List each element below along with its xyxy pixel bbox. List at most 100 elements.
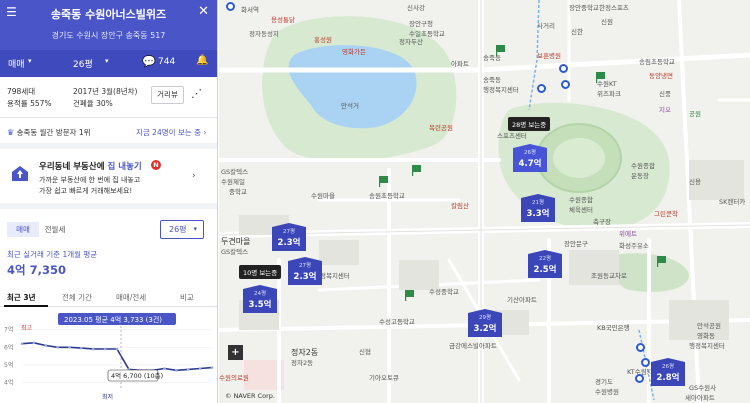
active-tab-underline (4, 305, 48, 307)
map-label: 만석거 (341, 102, 359, 110)
price-pin[interactable]: 26평 4.7억 (513, 144, 547, 172)
map-label: 송죽동 (483, 76, 501, 84)
pin-size: 24평 (253, 291, 267, 297)
now-viewing-link[interactable]: 지금 24명이 보는 중 › (136, 127, 206, 138)
map-label: 신협 (359, 348, 371, 356)
map-label: 장안중학교 (569, 4, 599, 12)
close-icon[interactable]: ✕ (198, 4, 209, 19)
map-label: 장안문구 (564, 240, 588, 248)
map-label: GS칼텍스 (221, 168, 249, 176)
share-icon[interactable]: ⋰ (191, 87, 202, 100)
map-label: 행정복지센터 (689, 342, 725, 350)
map-label: 정자두산 (399, 38, 423, 46)
pin-size: 21평 (531, 200, 545, 206)
map-label: 신한 (571, 28, 583, 36)
map-label: 수원종합 (631, 162, 655, 170)
bell-icon[interactable]: 🔔 (196, 55, 208, 66)
map-label: 송원초등학교 (369, 192, 405, 200)
area-type-select[interactable]: 26평 (73, 57, 93, 70)
subway-station-icon[interactable] (559, 64, 568, 73)
subway-station-icon[interactable] (636, 343, 645, 352)
map-label: 체육센터 (569, 206, 593, 214)
households: 798세대 (7, 87, 36, 96)
map-label: 송죽동 (483, 54, 501, 62)
y-tick-label: 7억 (4, 326, 13, 334)
price-chart[interactable]: 7억 6억 5억 4억 2023.05 평균 4억 3,733 (3건) 4억 6,7… (0, 310, 218, 403)
price-pin[interactable]: 26평 2.8억 (651, 358, 685, 386)
subway-station-icon[interactable] (561, 80, 570, 89)
floor-area-ratio: 용적률 557% (7, 99, 52, 108)
app-root: ☰ 송죽동 수원아너스빌위즈 ✕ 경기도 수원시 장안구 송죽동 517 매매 … (0, 0, 750, 403)
comment-icon[interactable]: 💬 (142, 55, 156, 68)
promo-headline: 우리동네 부동산에 집 내놓기 (39, 160, 142, 172)
chart-point (32, 341, 36, 345)
tab-compare[interactable]: 비교 (180, 292, 194, 303)
pin-size: 26평 (523, 150, 537, 156)
chart-point (91, 347, 95, 351)
pin-size: 27평 (298, 263, 312, 269)
y-tick-label: 6억 (4, 343, 13, 351)
now-viewing-text: 지금 24명이 보는 중 (136, 128, 201, 137)
map-label: 공원 (689, 110, 701, 118)
hospital-icon[interactable]: + (228, 345, 243, 360)
trade-type-select[interactable]: 매매 (8, 57, 25, 70)
complex-address: 경기도 수원시 장안구 송죽동 517 (51, 31, 166, 40)
map-label: 보훈병원 (537, 52, 561, 60)
price-pin[interactable]: 29평 3.2억 (468, 309, 502, 337)
chevron-down-icon: ▾ (28, 57, 32, 65)
viewers-badge: 10명 보는중 (239, 265, 282, 279)
pin-price: 2.8억 (656, 373, 680, 383)
map-label: 수원병원 (595, 388, 619, 396)
map-label: 송림초등학교 (639, 58, 675, 66)
price-pin[interactable]: 27평 2.3억 (272, 223, 306, 251)
map-label: 신용 (689, 178, 701, 186)
price-pin[interactable]: 22평 2.5억 (528, 250, 562, 278)
tab-all-period[interactable]: 전체 기간 (62, 292, 92, 303)
map-label: 영화동 (697, 332, 715, 340)
listing-promo-banner[interactable]: 우리동네 부동산에 집 내놓기 N 가까운 부동산에 한 번에 집 내놓고 가장… (0, 151, 217, 195)
approval-date: 2017년 3월(8년차) (73, 87, 138, 96)
map-canvas[interactable]: 화서역 용성통닭 정자동성지 신사강 장안구청 수일초등학교 홍성원 영화가든 … (219, 0, 750, 403)
price-pin[interactable]: 21평 3.3억 (521, 194, 555, 222)
pin-price: 3.3억 (526, 209, 550, 219)
map-label: 신풍 (659, 90, 671, 98)
subway-station-icon[interactable] (537, 84, 546, 93)
map-label: 세아아파트 (685, 394, 715, 402)
tab-jeonse[interactable]: 전월세 (40, 222, 70, 237)
tab-trade-jeonse[interactable]: 매매/전세 (116, 292, 146, 303)
point-label: 4억 6,700 (10층) (111, 371, 163, 380)
tab-recent-3y[interactable]: 최근 3년 (7, 292, 36, 303)
chart-y-ticks: 7억 6억 5억 4억 (4, 326, 13, 387)
subway-station-icon[interactable] (226, 2, 235, 11)
area-select[interactable]: 26평 ▾ (160, 220, 204, 239)
chart-point (44, 344, 48, 347)
map-label: 수원의료원 (219, 374, 249, 382)
price-pin[interactable]: 27평 2.3억 (288, 257, 322, 285)
chart-point (210, 366, 214, 369)
map-label: 홍성원 (314, 36, 332, 44)
promo-line-2: 가장 쉽고 빠르게 거래해보세요! (39, 187, 133, 195)
panel-header: ☰ 송죽동 수원아너스빌위즈 ✕ 경기도 수원시 장안구 송죽동 517 매매 … (0, 0, 217, 77)
chart-tooltip: 2023.05 평균 4억 3,733 (3건) (64, 315, 162, 324)
y-tick-label: 5억 (4, 361, 13, 369)
tab-trade[interactable]: 매매 (7, 222, 39, 237)
chart-point (68, 345, 71, 349)
header-subbar: 매매 ▾ 26평 ▾ 💬 744 🔔 (0, 50, 217, 77)
price-pin[interactable]: 24평 3.5억 (243, 285, 277, 313)
visitor-rank: ♛ 송죽동 월간 방문자 1위 (7, 127, 91, 138)
chart-point (186, 368, 190, 371)
crown-icon: ♛ (7, 128, 15, 137)
school-flag-icon (379, 176, 388, 187)
map-label: 동양냉면 (649, 72, 673, 80)
map-label: 경기도 (595, 378, 613, 386)
map-label: 위에트 (619, 230, 637, 238)
map-label: 수성중학교 (429, 288, 459, 296)
map-label: 화성주유소 (619, 242, 649, 250)
street-view-button[interactable]: 거리뷰 (151, 86, 184, 104)
map-label: 그린쿤착 (654, 210, 678, 218)
map-label: 수원마을 (311, 192, 335, 200)
map-label: 만석공원 (697, 322, 721, 330)
chart-point (115, 347, 119, 351)
house-upload-icon (12, 166, 28, 181)
map-label: 장안구청 (409, 20, 433, 28)
